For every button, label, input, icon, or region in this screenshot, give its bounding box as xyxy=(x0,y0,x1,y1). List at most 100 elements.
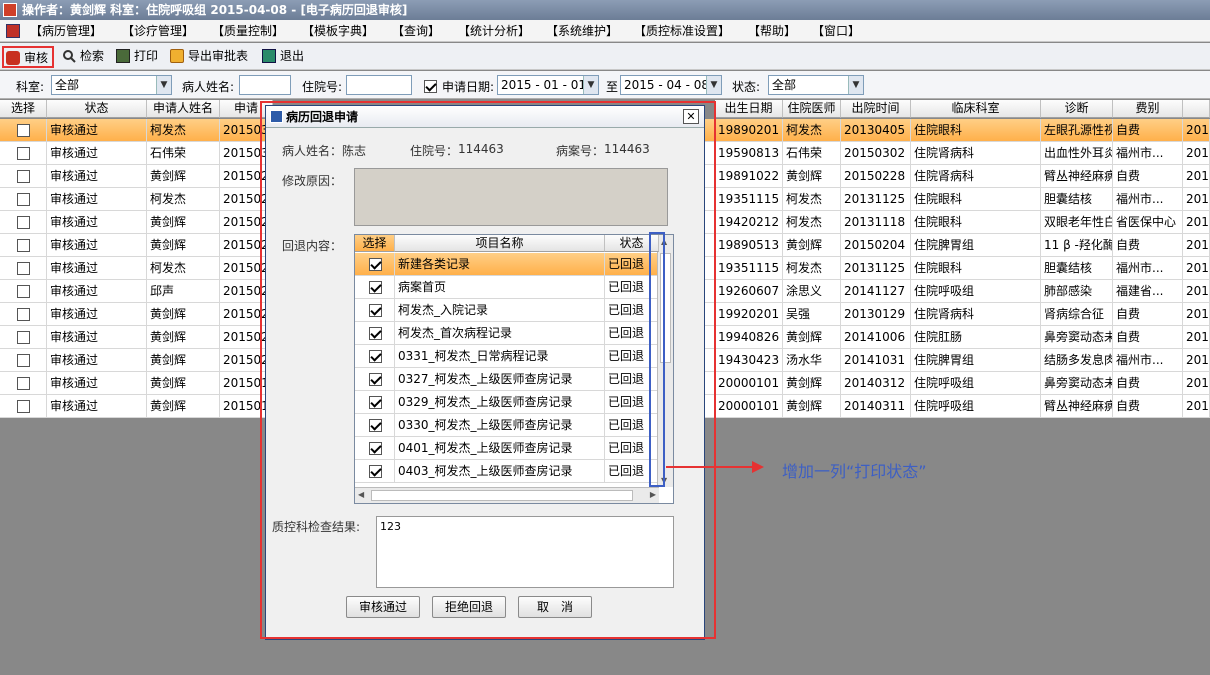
column-header[interactable]: 出生日期 xyxy=(715,100,783,118)
rollback-item-row[interactable]: 0331_柯发杰_日常病程记录 已回退 xyxy=(355,345,673,368)
dialog-icon xyxy=(270,110,283,123)
reason-textarea[interactable] xyxy=(354,168,668,226)
exit-button[interactable]: 退出 xyxy=(260,46,304,68)
menu-help[interactable]: 【帮助】 xyxy=(748,20,796,42)
sub-column-header[interactable]: 项目名称 xyxy=(395,235,605,252)
row-checkbox[interactable] xyxy=(0,349,47,372)
approve-button[interactable]: 审核通过 xyxy=(346,596,420,618)
column-header[interactable] xyxy=(1183,100,1210,118)
menu-template-dictionary[interactable]: 【模板字典】 xyxy=(302,20,374,42)
cell-doctor: 吴强 xyxy=(783,303,841,326)
print-button[interactable]: 打印 xyxy=(114,46,158,68)
row-checkbox[interactable] xyxy=(0,257,47,280)
column-header[interactable]: 临床科室 xyxy=(911,100,1041,118)
chevron-down-icon[interactable]: ▼ xyxy=(156,76,171,94)
inpatient-no-input[interactable] xyxy=(346,75,412,95)
rollback-item-row[interactable]: 新建各类记录 已回退 xyxy=(355,253,673,276)
cancel-button[interactable]: 取 消 xyxy=(518,596,592,618)
item-checkbox[interactable] xyxy=(355,414,395,437)
row-checkbox[interactable] xyxy=(0,280,47,303)
menu-record-management[interactable]: 【病历管理】 xyxy=(30,20,102,42)
rollback-item-row[interactable]: 0403_柯发杰_上级医师查房记录 已回退 xyxy=(355,460,673,483)
scroll-thumb[interactable] xyxy=(660,253,671,363)
scroll-right-icon[interactable]: ▶ xyxy=(650,490,656,499)
column-header[interactable]: 选择 xyxy=(0,100,47,118)
item-checkbox[interactable] xyxy=(355,276,395,299)
row-checkbox[interactable] xyxy=(0,119,47,142)
rollback-item-row[interactable]: 0401_柯发杰_上级医师查房记录 已回退 xyxy=(355,437,673,460)
close-icon[interactable]: ✕ xyxy=(683,109,699,124)
dept-select[interactable]: 全部 ▼ xyxy=(51,75,172,95)
column-header[interactable]: 出院时间 xyxy=(841,100,911,118)
sub-column-header[interactable]: 状态 xyxy=(605,235,659,252)
status-select[interactable]: 全部 ▼ xyxy=(768,75,864,95)
search-button[interactable]: 检索 xyxy=(60,46,104,68)
checkbox-icon xyxy=(16,216,30,229)
item-checkbox[interactable] xyxy=(355,299,395,322)
audit-button[interactable]: 审核 xyxy=(2,46,54,68)
rollback-item-row[interactable]: 0329_柯发杰_上级医师查房记录 已回退 xyxy=(355,391,673,414)
qc-result-textarea[interactable]: 123 xyxy=(376,516,674,588)
item-checkbox[interactable] xyxy=(355,460,395,483)
row-checkbox[interactable] xyxy=(0,395,47,418)
menu-query[interactable]: 【查询】 xyxy=(392,20,440,42)
menu-window[interactable]: 【窗口】 xyxy=(812,20,860,42)
cell-dept: 住院肾病科 xyxy=(911,142,1041,165)
column-header[interactable]: 住院医师 xyxy=(783,100,841,118)
row-checkbox[interactable] xyxy=(0,234,47,257)
menu-treatment-management[interactable]: 【诊疗管理】 xyxy=(122,20,194,42)
horizontal-scrollbar[interactable]: ◀ ▶ xyxy=(355,487,659,503)
rollback-item-row[interactable]: 柯发杰_首次病程记录 已回退 xyxy=(355,322,673,345)
menu-app-icon[interactable] xyxy=(6,24,20,38)
row-checkbox[interactable] xyxy=(0,142,47,165)
scroll-down-icon[interactable]: ▼ xyxy=(661,476,667,485)
row-checkbox[interactable] xyxy=(0,211,47,234)
export-approval-button[interactable]: 导出审批表 xyxy=(168,46,248,68)
cell-extra: 2013 xyxy=(1183,142,1210,165)
scroll-left-icon[interactable]: ◀ xyxy=(358,490,364,499)
row-checkbox[interactable] xyxy=(0,326,47,349)
column-header[interactable]: 申请人姓名 xyxy=(147,100,220,118)
sub-column-header[interactable]: 选择 xyxy=(355,235,395,252)
cell-status: 审核通过 xyxy=(47,211,147,234)
rollback-item-row[interactable]: 病案首页 已回退 xyxy=(355,276,673,299)
checkbox-icon xyxy=(16,124,30,137)
cell-extra: 2014 xyxy=(1183,326,1210,349)
item-checkbox[interactable] xyxy=(355,437,395,460)
row-checkbox[interactable] xyxy=(0,303,47,326)
rollback-item-row[interactable]: 柯发杰_入院记录 已回退 xyxy=(355,299,673,322)
patient-name-input[interactable] xyxy=(239,75,291,95)
rollback-item-row[interactable]: 0327_柯发杰_上级医师查房记录 已回退 xyxy=(355,368,673,391)
checkbox-icon xyxy=(16,193,30,206)
column-header[interactable]: 状态 xyxy=(47,100,147,118)
date-to-picker[interactable]: 2015 - 04 - 08 ▼ xyxy=(620,75,722,95)
cell-dept: 住院脾胃组 xyxy=(911,349,1041,372)
hscroll-thumb[interactable] xyxy=(371,490,633,501)
column-header[interactable]: 诊断 xyxy=(1041,100,1113,118)
row-checkbox[interactable] xyxy=(0,188,47,211)
row-checkbox[interactable] xyxy=(0,372,47,395)
date-from-picker[interactable]: 2015 - 01 - 01 ▼ xyxy=(497,75,599,95)
menu-quality-control[interactable]: 【质量控制】 xyxy=(212,20,284,42)
menu-statistics[interactable]: 【统计分析】 xyxy=(458,20,530,42)
chevron-down-icon[interactable]: ▼ xyxy=(848,76,863,94)
window-title: 操作者：黄剑辉 科室：住院呼吸组 2015-04-08 - [电子病历回退审核] xyxy=(22,3,408,17)
chevron-down-icon[interactable]: ▼ xyxy=(706,76,721,94)
vertical-scrollbar[interactable]: ▲ ▼ xyxy=(657,235,673,487)
item-checkbox[interactable] xyxy=(355,368,395,391)
chevron-down-icon[interactable]: ▼ xyxy=(583,76,598,94)
menu-system-maintenance[interactable]: 【系统维护】 xyxy=(546,20,618,42)
menu-qc-standard-settings[interactable]: 【质控标准设置】 xyxy=(634,20,730,42)
scroll-up-icon[interactable]: ▲ xyxy=(661,237,667,246)
apply-date-checkbox[interactable] xyxy=(424,79,437,93)
item-checkbox[interactable] xyxy=(355,322,395,345)
column-header[interactable]: 费别 xyxy=(1113,100,1183,118)
row-checkbox[interactable] xyxy=(0,165,47,188)
cell-birth: 19890513 xyxy=(715,234,783,257)
item-checkbox[interactable] xyxy=(355,391,395,414)
item-checkbox[interactable] xyxy=(355,253,395,276)
rollback-item-row[interactable]: 0330_柯发杰_上级医师查房记录 已回退 xyxy=(355,414,673,437)
item-checkbox[interactable] xyxy=(355,345,395,368)
cell-discharge: 20131118 xyxy=(841,211,911,234)
reject-rollback-button[interactable]: 拒绝回退 xyxy=(432,596,506,618)
